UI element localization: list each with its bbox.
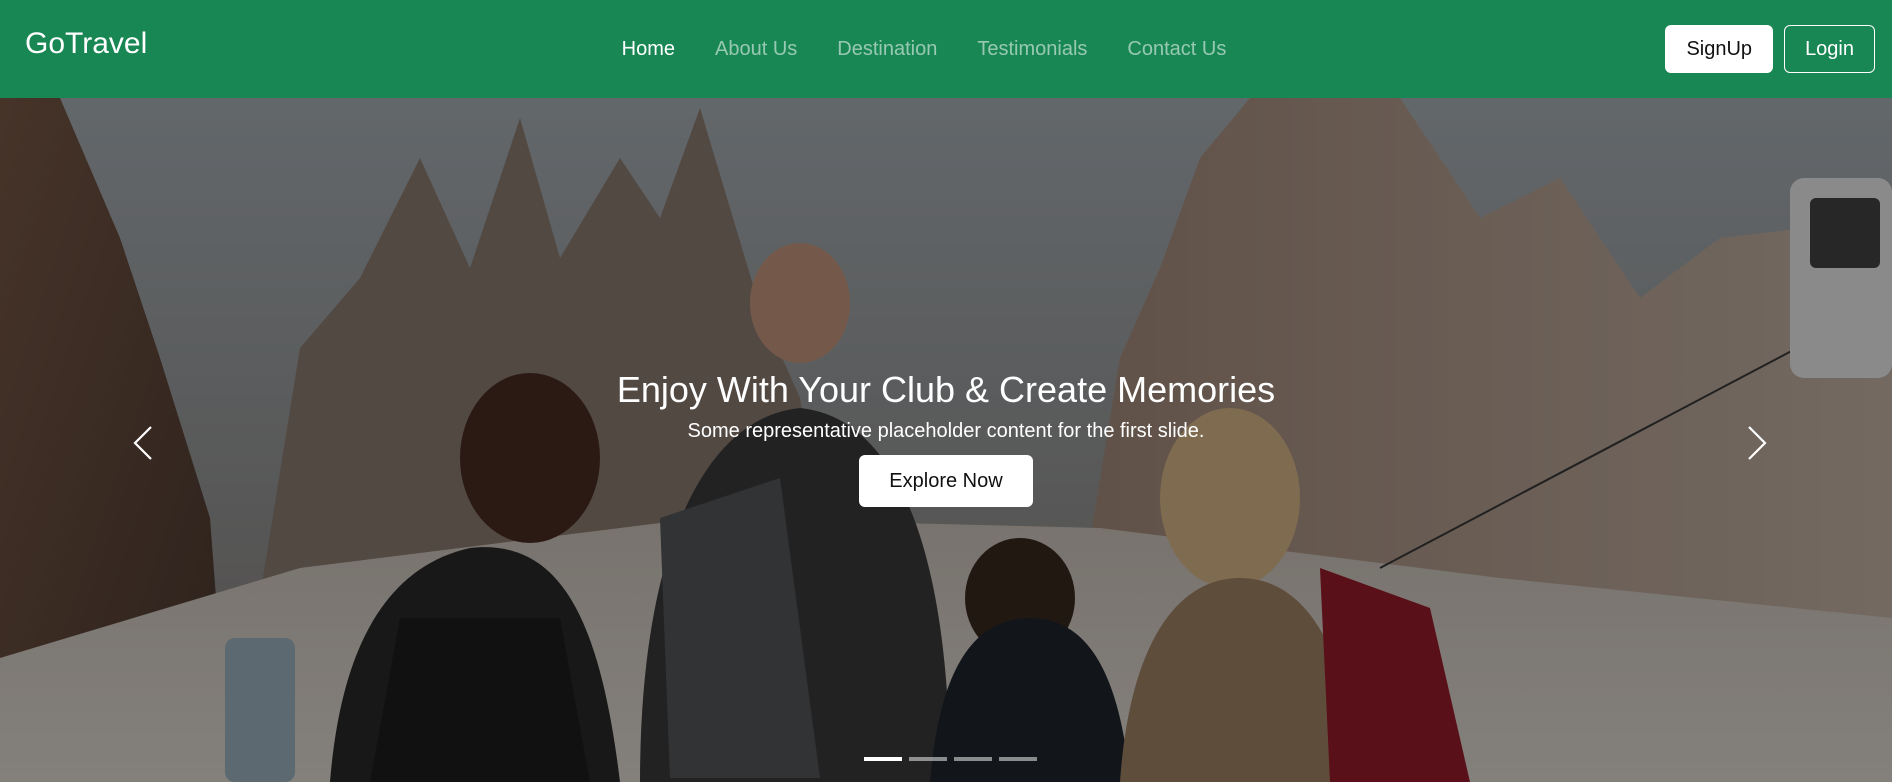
nav-link-contact-us[interactable]: Contact Us bbox=[1107, 38, 1246, 61]
chevron-left-icon bbox=[132, 425, 154, 466]
explore-now-button[interactable]: Explore Now bbox=[859, 455, 1033, 507]
carousel-indicator-1[interactable] bbox=[864, 757, 902, 761]
login-button[interactable]: Login bbox=[1784, 25, 1875, 73]
carousel-prev-button[interactable] bbox=[123, 425, 163, 465]
hero-carousel: Enjoy With Your Club & Create Memories S… bbox=[0, 98, 1892, 782]
brand-logo[interactable]: GoTravel bbox=[25, 29, 147, 59]
carousel-subtitle: Some representative placeholder content … bbox=[687, 420, 1205, 442]
carousel-title: Enjoy With Your Club & Create Memories bbox=[616, 369, 1276, 410]
carousel-indicator-4[interactable] bbox=[999, 757, 1037, 761]
carousel-indicator-3[interactable] bbox=[954, 757, 992, 761]
nav-links: Home About Us Destination Testimonials C… bbox=[0, 0, 1892, 98]
carousel-indicators bbox=[864, 757, 1037, 761]
nav-link-testimonials[interactable]: Testimonials bbox=[957, 38, 1107, 61]
navbar: GoTravel Home About Us Destination Testi… bbox=[0, 0, 1892, 98]
nav-link-destination[interactable]: Destination bbox=[817, 38, 957, 61]
carousel-next-button[interactable] bbox=[1737, 425, 1777, 465]
nav-link-home[interactable]: Home bbox=[602, 38, 695, 61]
chevron-right-icon bbox=[1746, 425, 1768, 466]
carousel-caption: Enjoy With Your Club & Create Memories S… bbox=[0, 368, 1892, 507]
nav-link-about-us[interactable]: About Us bbox=[695, 38, 817, 61]
signup-button[interactable]: SignUp bbox=[1665, 25, 1774, 73]
auth-buttons: SignUp Login bbox=[1665, 25, 1875, 73]
carousel-indicator-2[interactable] bbox=[909, 757, 947, 761]
